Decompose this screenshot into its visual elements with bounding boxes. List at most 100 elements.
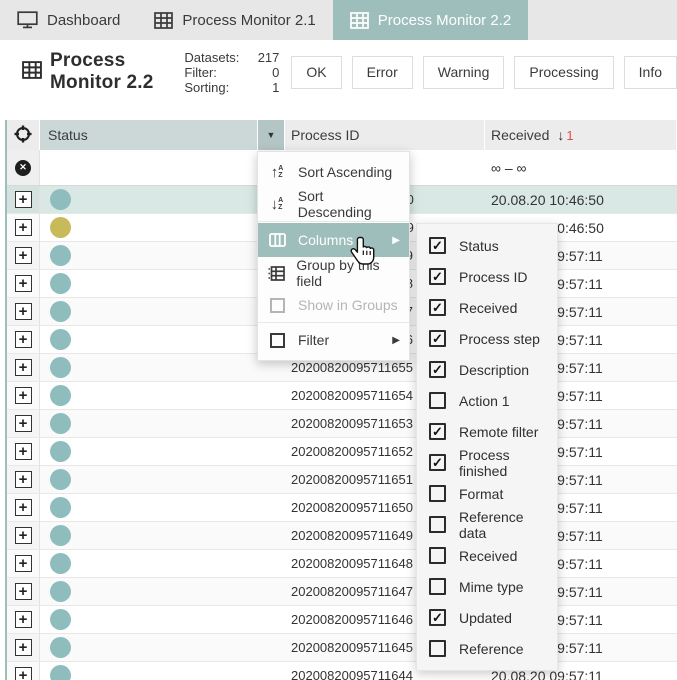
expand-row-button[interactable]: +: [7, 214, 40, 241]
status-dot: [50, 217, 71, 238]
checkbox-unchecked-icon[interactable]: [429, 547, 446, 564]
table-row[interactable]: + 20200820095711650 20.08.20 09:57:11: [7, 494, 677, 522]
move-column-header[interactable]: [7, 120, 40, 150]
status-dot: [50, 553, 71, 574]
stat-label: Filter:: [184, 64, 217, 80]
column-toggle-item[interactable]: ✓ Process finished: [417, 446, 557, 479]
expand-row-button[interactable]: +: [7, 354, 40, 381]
table-row[interactable]: + 20200820095711647 20.08.20 09:57:11: [7, 578, 677, 606]
column-toggle-label: Process finished: [459, 446, 510, 479]
expand-plus-icon: +: [14, 527, 32, 544]
processing-filter-button[interactable]: Processing: [514, 55, 614, 89]
clear-filters-button[interactable]: ✕: [7, 150, 40, 185]
column-toggle-item[interactable]: ✓ Updated: [417, 602, 557, 633]
expand-row-button[interactable]: +: [7, 326, 40, 353]
column-toggle-item[interactable]: Format: [417, 478, 557, 509]
checkbox-unchecked-icon[interactable]: [429, 516, 446, 533]
info-filter-button[interactable]: Info: [623, 55, 677, 89]
column-toggle-item[interactable]: Reference data: [417, 509, 557, 541]
menu-item-columns[interactable]: Columns ▶: [258, 223, 409, 257]
checkbox-unchecked-icon[interactable]: [429, 640, 446, 657]
checkbox-unchecked-icon[interactable]: [429, 485, 446, 502]
column-header-status[interactable]: Status: [40, 120, 258, 150]
expand-row-button[interactable]: +: [7, 522, 40, 549]
expand-row-button[interactable]: +: [7, 298, 40, 325]
column-toggle-item[interactable]: ✓ Description: [417, 354, 557, 385]
status-cell: [40, 298, 285, 325]
checkbox-checked-icon[interactable]: ✓: [429, 299, 446, 316]
column-header-received[interactable]: Received ↓ 1: [485, 120, 677, 150]
checkbox-checked-icon[interactable]: ✓: [429, 361, 446, 378]
column-context-menu: ↑ A Z Sort Ascending ↓ A Z Sort Descending C…: [257, 151, 410, 361]
expand-row-button[interactable]: +: [7, 550, 40, 577]
status-column-menu-button[interactable]: ▼: [258, 120, 285, 150]
expand-row-button[interactable]: +: [7, 634, 40, 661]
expand-row-button[interactable]: +: [7, 466, 40, 493]
column-toggle-item[interactable]: Mime type: [417, 571, 557, 602]
received-range-value: ∞ – ∞: [491, 159, 527, 176]
column-header-process-id[interactable]: Process ID: [285, 120, 485, 150]
table-row[interactable]: + 20200820095711645 20.08.20 09:57:11: [7, 634, 677, 662]
error-filter-button[interactable]: Error: [351, 55, 413, 89]
status-cell: [40, 522, 285, 549]
tab-process-monitor-21[interactable]: Process Monitor 2.1: [137, 0, 332, 40]
expand-row-button[interactable]: +: [7, 242, 40, 269]
table-row[interactable]: + 20200820095711644 20.08.20 09:57:11: [7, 662, 677, 680]
column-toggle-item[interactable]: Received: [417, 540, 557, 571]
tab-dashboard[interactable]: Dashboard: [0, 0, 137, 40]
table-row[interactable]: + 20200820095711649 20.08.20 09:57:11: [7, 522, 677, 550]
table-row[interactable]: + 20200820095711654 20.08.20 09:57:11: [7, 382, 677, 410]
expand-row-button[interactable]: +: [7, 410, 40, 437]
column-toggle-item[interactable]: ✓ Remote filter: [417, 416, 557, 447]
expand-plus-icon: +: [14, 331, 32, 348]
checkbox-checked-icon[interactable]: ✓: [429, 237, 446, 254]
column-toggle-item[interactable]: ✓ Status: [417, 230, 557, 261]
checkbox-checked-icon[interactable]: ✓: [429, 609, 446, 626]
column-toggle-label: Received: [459, 299, 518, 316]
column-toggle-item[interactable]: ✓ Process ID: [417, 261, 557, 292]
checkbox-checked-icon[interactable]: ✓: [429, 268, 446, 285]
menu-item-filter[interactable]: Filter ▶: [258, 324, 409, 356]
menu-item-group-by-field[interactable]: Group by this field: [258, 257, 409, 289]
table-row[interactable]: + 20200820095711646 20.08.20 09:57:11: [7, 606, 677, 634]
status-filter-cell[interactable]: [40, 150, 285, 185]
ok-filter-button[interactable]: OK: [291, 55, 342, 89]
column-toggle-item[interactable]: Action 1: [417, 385, 557, 416]
checkbox-checked-icon[interactable]: ✓: [429, 330, 446, 347]
expand-row-button[interactable]: +: [7, 578, 40, 605]
expand-row-button[interactable]: +: [7, 438, 40, 465]
checkbox-unchecked-icon[interactable]: [429, 578, 446, 595]
received-filter-cell[interactable]: ∞ – ∞: [485, 150, 677, 185]
checkbox-checked-icon[interactable]: ✓: [429, 454, 446, 471]
tab-process-monitor-22[interactable]: Process Monitor 2.2: [332, 0, 529, 40]
expand-row-button[interactable]: +: [7, 186, 40, 213]
status-cell: [40, 354, 285, 381]
top-tab-bar: Dashboard Process Monitor 2.1 Process Mo…: [0, 0, 677, 40]
table-row[interactable]: + 20200820095711652 20.08.20 09:57:11: [7, 438, 677, 466]
expand-plus-icon: +: [14, 275, 32, 292]
status-dot: [50, 469, 71, 490]
menu-item-label: Columns: [298, 232, 354, 248]
warning-filter-button[interactable]: Warning: [422, 55, 505, 89]
expand-plus-icon: +: [14, 639, 32, 656]
menu-item-sort-ascending[interactable]: ↑ A Z Sort Ascending: [258, 156, 409, 188]
status-cell: [40, 662, 285, 680]
expand-row-button[interactable]: +: [7, 606, 40, 633]
column-toggle-item[interactable]: ✓ Process step: [417, 323, 557, 354]
column-toggle-item[interactable]: ✓ Received: [417, 292, 557, 323]
table-row[interactable]: + 20200820095711648 20.08.20 09:57:11: [7, 550, 677, 578]
expand-plus-icon: +: [14, 303, 32, 320]
status-cell: [40, 578, 285, 605]
menu-item-sort-descending[interactable]: ↓ A Z Sort Descending: [258, 188, 409, 220]
clear-filter-icon: ✕: [15, 159, 31, 176]
expand-plus-icon: +: [14, 555, 32, 572]
expand-row-button[interactable]: +: [7, 270, 40, 297]
column-toggle-item[interactable]: Reference: [417, 633, 557, 664]
expand-row-button[interactable]: +: [7, 662, 40, 680]
expand-row-button[interactable]: +: [7, 494, 40, 521]
checkbox-checked-icon[interactable]: ✓: [429, 423, 446, 440]
checkbox-unchecked-icon[interactable]: [429, 392, 446, 409]
table-row[interactable]: + 20200820095711653 20.08.20 09:57:11: [7, 410, 677, 438]
expand-row-button[interactable]: +: [7, 382, 40, 409]
table-row[interactable]: + 20200820095711651 20.08.20 09:57:11: [7, 466, 677, 494]
